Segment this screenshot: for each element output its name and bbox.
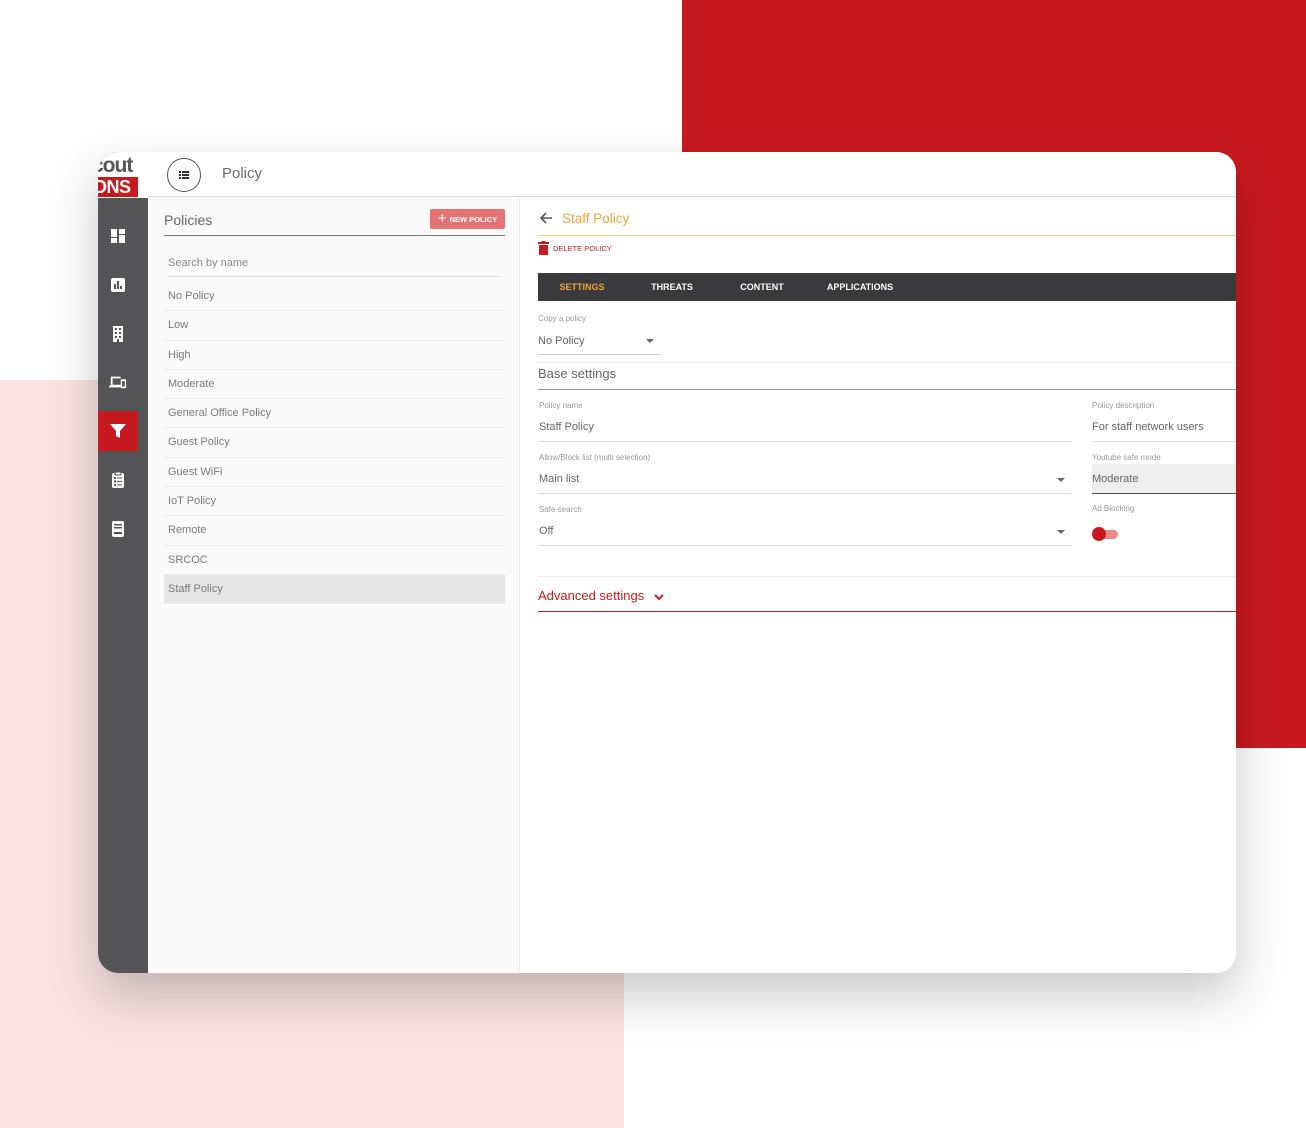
policy-description-input[interactable]: For staff network users: [1092, 421, 1204, 433]
plus-icon: +: [437, 209, 447, 227]
youtube-safe-value: Moderate: [1092, 473, 1139, 485]
new-policy-button[interactable]: + NEW POLICY: [430, 209, 505, 229]
top-bar: Policy: [148, 152, 1236, 197]
app-window: cout DNS Policy P: [98, 152, 1236, 973]
ad-blocking-toggle[interactable]: [1092, 527, 1120, 541]
copy-policy-value: No Policy: [538, 335, 585, 347]
allow-block-value: Main list: [539, 473, 580, 485]
copy-policy-underline: [538, 354, 660, 355]
policy-list-item[interactable]: Remote: [164, 516, 505, 546]
logo-text-bottom: DNS: [98, 177, 138, 197]
reports-icon: [111, 278, 125, 292]
trash-icon: [538, 241, 549, 255]
divider: [538, 576, 1236, 577]
chevron-down-icon: [654, 594, 664, 601]
policy-list-item[interactable]: Staff Policy: [164, 574, 505, 605]
delete-policy-label: DELETE POLICY: [553, 243, 612, 253]
tabs-bar: SETTINGS THREATS CONTENT APPLICATIONS: [538, 273, 1236, 301]
advanced-settings-toggle[interactable]: Advanced settings: [538, 585, 1236, 612]
sidebar-item-logs[interactable]: [98, 460, 138, 500]
new-policy-label: NEW POLICY: [449, 214, 498, 224]
policy-list-item[interactable]: SRCOC: [164, 546, 505, 575]
tab-threats[interactable]: THREATS: [628, 273, 716, 301]
policies-panel: Policies + NEW POLICY Search by name No …: [148, 197, 520, 973]
safe-search-caret-icon: [1057, 530, 1065, 534]
base-settings-underline: [538, 389, 1236, 390]
policy-description-label: Policy description: [1092, 401, 1155, 410]
policy-list-item[interactable]: Guest Policy: [164, 428, 505, 458]
safe-search-underline: [538, 545, 1071, 546]
sidebar-item-policies[interactable]: [98, 411, 138, 451]
toggle-knob: [1092, 527, 1106, 541]
sidebar-item-dashboard[interactable]: [98, 216, 138, 256]
allow-block-underline: [538, 493, 1071, 494]
policy-list-item[interactable]: Low: [164, 311, 505, 341]
sidebar-item-sites[interactable]: [98, 314, 138, 354]
devices-icon: [109, 376, 127, 389]
page-title: Policy: [222, 165, 263, 182]
building-icon: [113, 326, 123, 342]
allow-block-caret-icon: [1057, 478, 1065, 482]
menu-toggle-button[interactable]: [167, 158, 201, 192]
clipboard-icon: [112, 471, 124, 488]
tab-applications[interactable]: APPLICATIONS: [810, 273, 910, 301]
sidebar-item-reports[interactable]: [98, 265, 138, 305]
copy-policy-caret-icon: [646, 339, 654, 343]
youtube-safe-label: Youtube safe mode: [1092, 453, 1161, 462]
details-header: Staff Policy: [538, 207, 1236, 236]
divider: [538, 362, 1236, 363]
safe-search-label: Safe search: [539, 505, 582, 514]
base-settings-title: Base settings: [538, 366, 617, 381]
list-icon: [179, 171, 189, 179]
dashboard-icon: [111, 229, 125, 243]
advanced-settings-label: Advanced settings: [538, 588, 645, 603]
filter-icon: [110, 424, 126, 438]
safe-search-value: Off: [539, 525, 554, 537]
policies-list: No Policy Low High Moderate General Office P…: [164, 282, 505, 605]
policy-description-underline: [1092, 441, 1236, 442]
policy-list-item[interactable]: IoT Policy: [164, 487, 505, 517]
policy-details: Staff Policy DELETE POLICY SETTINGS THRE…: [538, 197, 1236, 973]
policies-title: Policies: [164, 212, 213, 228]
policy-name-input[interactable]: Staff Policy: [539, 421, 594, 433]
logo-text-top: cout: [98, 154, 133, 177]
copy-policy-label: Copy a policy: [538, 314, 587, 323]
policy-list-item[interactable]: No Policy: [164, 282, 505, 312]
policy-list-item[interactable]: Moderate: [164, 370, 505, 400]
sidebar: cout DNS: [98, 152, 148, 973]
tab-content[interactable]: CONTENT: [718, 273, 806, 301]
policy-list-item[interactable]: High: [164, 341, 505, 370]
policies-header: Policies + NEW POLICY: [164, 209, 505, 236]
sidebar-item-docs[interactable]: [98, 509, 138, 549]
allow-block-label: Allow/Block list (multi selection): [539, 453, 651, 462]
ad-blocking-label: Ad Blocking: [1092, 504, 1135, 513]
policy-title: Staff Policy: [562, 211, 630, 226]
back-arrow-icon[interactable]: [538, 210, 554, 226]
policy-list-item[interactable]: Guest WiFi: [164, 458, 505, 488]
youtube-safe-select[interactable]: Moderate: [1092, 464, 1236, 494]
brand-logo[interactable]: cout DNS: [98, 152, 148, 198]
policy-name-underline: [538, 441, 1071, 442]
policy-name-label: Policy name: [539, 401, 583, 410]
sidebar-item-devices[interactable]: [98, 362, 138, 402]
tab-settings[interactable]: SETTINGS: [538, 273, 626, 301]
book-icon: [112, 521, 124, 537]
policy-list-item[interactable]: General Office Policy: [164, 399, 505, 429]
delete-policy-button[interactable]: DELETE POLICY: [538, 241, 612, 255]
search-input[interactable]: Search by name: [168, 249, 501, 277]
